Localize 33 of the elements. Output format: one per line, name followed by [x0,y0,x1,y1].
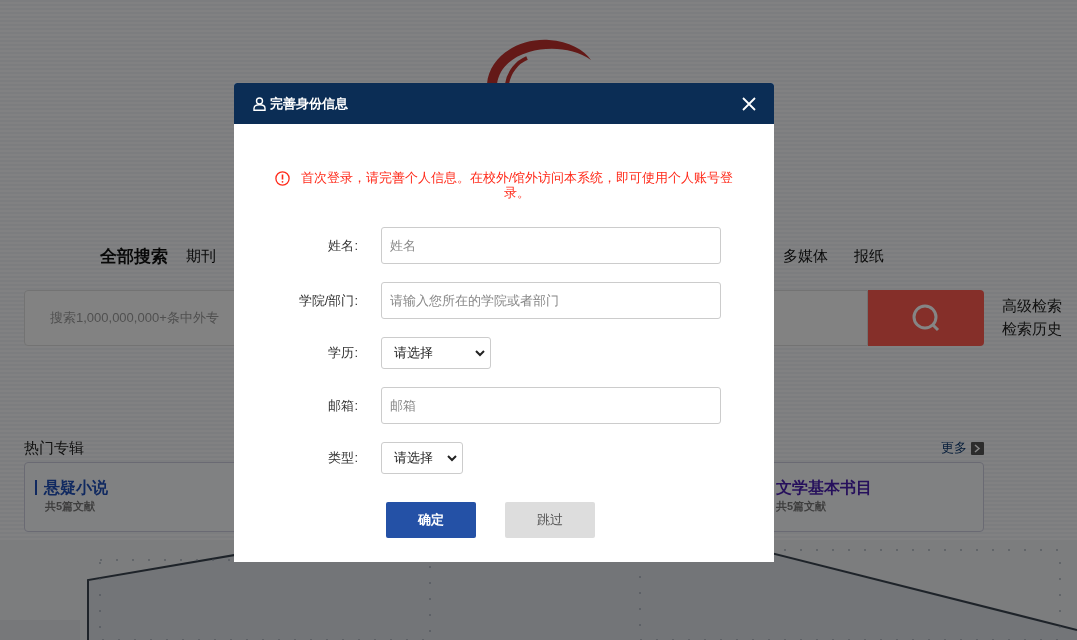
more-label: 更多 [941,439,967,458]
chevron-down-icon [447,454,457,462]
field-label: 类型: [327,449,358,467]
close-button[interactable] [742,96,756,111]
search-link[interactable]: 高级检索 [1002,297,1062,317]
field-label: 学院/部门: [297,291,358,310]
notice-text: 首次登录，请完善个人信息。在校外/馆外访问本系统，即可使用个人账号登录。 [299,171,735,201]
input-field[interactable]: 姓名 [381,227,721,264]
field-label: 姓名: [327,236,358,255]
warning-icon [274,171,290,186]
dialog-title: 完善身份信息 [270,94,348,113]
search-link[interactable]: 检索历史 [1002,320,1062,340]
field-label: 学历: [327,344,358,362]
chevron-down-icon [475,349,485,357]
album-title: 文学基本书目 [776,480,873,495]
more-link[interactable]: 更多 [941,439,984,458]
user-icon [253,96,266,111]
search-tab[interactable]: 多媒体 [783,247,828,267]
album-count: 共5篇文献 [776,499,828,514]
search-icon [911,303,941,334]
search-tab[interactable]: 报纸 [854,247,884,267]
select-field[interactable]: 请选择 [381,337,491,369]
confirm-button[interactable]: 确定 [386,502,476,538]
field-label: 邮箱: [327,396,358,415]
album-count: 共5篇文献 [44,499,97,514]
input-field[interactable]: 邮箱 [381,387,721,424]
select-field[interactable]: 请选择 [381,442,463,474]
chevron-right-icon [971,441,984,455]
section-title: 热门专辑 [24,438,84,458]
search-tab[interactable]: 期刊 [186,247,216,267]
search-tab[interactable]: 全部搜索 [100,245,168,269]
skip-button[interactable]: 跳过 [505,502,595,538]
input-field[interactable]: 请输入您所在的学院或者部门 [381,282,721,319]
